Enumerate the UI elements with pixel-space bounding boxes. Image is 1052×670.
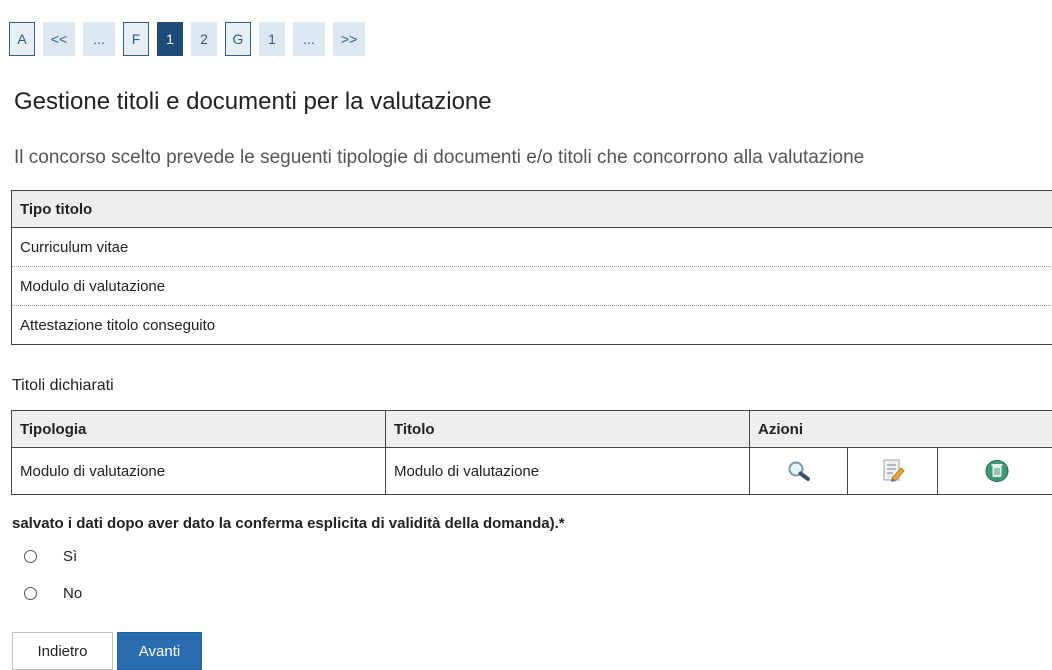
step-g[interactable]: G	[225, 22, 251, 56]
cell-tipologia: Modulo di valutazione	[12, 448, 386, 495]
declared-titles-table: Tipologia Titolo Azioni Modulo di valuta…	[11, 410, 1052, 495]
table-header-tipo-titolo: Tipo titolo	[12, 191, 1052, 228]
cell-titolo: Modulo di valutazione	[386, 448, 750, 495]
page-title: Gestione titoli e documenti per la valut…	[14, 88, 492, 116]
header-titolo: Titolo	[386, 411, 750, 448]
step-current-1[interactable]: 1	[157, 22, 183, 56]
table-row: Curriculum vitae	[12, 228, 1052, 267]
back-button[interactable]: Indietro	[12, 632, 113, 670]
radio-si[interactable]	[24, 550, 37, 563]
step-ellipsis: ...	[83, 22, 115, 56]
question-text: salvato i dati dopo aver dato la conferm…	[12, 515, 565, 532]
step-a[interactable]: A	[9, 22, 35, 56]
view-action[interactable]	[750, 448, 848, 495]
step-f[interactable]: F	[123, 22, 149, 56]
delete-action[interactable]	[938, 448, 1052, 495]
table-cell: Modulo di valutazione	[12, 267, 1052, 306]
radio-label-si: Sì	[63, 548, 77, 565]
view-icon[interactable]	[785, 459, 813, 483]
table-row: Modulo di valutazione	[12, 267, 1052, 306]
header-tipologia: Tipologia	[12, 411, 386, 448]
radio-label-no: No	[63, 585, 82, 602]
step-ellipsis-2: ...	[293, 22, 325, 56]
header-azioni: Azioni	[750, 411, 1052, 448]
table-row: Modulo di valutazione Modulo di valutazi…	[12, 448, 1052, 495]
step-2[interactable]: 2	[191, 22, 217, 56]
step-g-1[interactable]: 1	[259, 22, 285, 56]
table-cell: Curriculum vitae	[12, 228, 1052, 267]
table-row: Attestazione titolo conseguito	[12, 306, 1052, 345]
declared-titles-label: Titoli dichiarati	[12, 377, 114, 395]
step-navigation: A << ... F 1 2 G 1 ... >>	[9, 22, 365, 56]
table-cell: Attestazione titolo conseguito	[12, 306, 1052, 345]
delete-icon[interactable]	[983, 458, 1011, 484]
intro-text: Il concorso scelto prevede le seguenti t…	[14, 147, 1052, 169]
step-last-button[interactable]: >>	[333, 22, 365, 56]
step-first-button[interactable]: <<	[43, 22, 75, 56]
radio-option-no[interactable]: No	[24, 585, 82, 602]
radio-no[interactable]	[24, 587, 37, 600]
edit-action[interactable]	[848, 448, 938, 495]
next-button[interactable]: Avanti	[117, 632, 202, 670]
title-types-table: Tipo titolo Curriculum vitae Modulo di v…	[11, 190, 1052, 345]
radio-option-si[interactable]: Sì	[24, 548, 77, 565]
edit-icon[interactable]	[879, 458, 907, 484]
